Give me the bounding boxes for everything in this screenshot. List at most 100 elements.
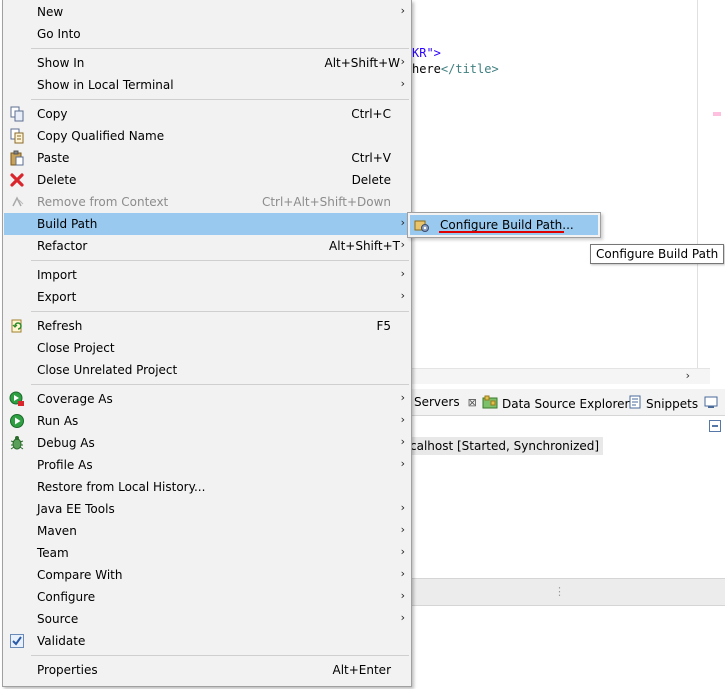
menu-item-java-ee-tools[interactable]: Java EE Tools › bbox=[4, 498, 410, 520]
chevron-right-icon: › bbox=[400, 435, 405, 448]
menu-item-debug-as[interactable]: Debug As › bbox=[4, 432, 410, 454]
menu-item-shortcut: Alt+Shift+W bbox=[324, 56, 401, 70]
chevron-right-icon: › bbox=[400, 4, 405, 17]
checkmark-icon bbox=[9, 633, 25, 649]
tab-label: Servers bbox=[414, 395, 460, 409]
server-entry[interactable]: calhost [Started, Synchronized] bbox=[410, 437, 604, 455]
menu-item-copy-qualified-name[interactable]: Copy Qualified Name bbox=[4, 125, 410, 147]
views-tab-bar: Servers ⊠ Data Source Explorer Snippets bbox=[410, 389, 725, 416]
chevron-right-icon: › bbox=[400, 77, 405, 90]
code-line: KR"> bbox=[412, 46, 441, 60]
menu-item-label: Coverage As bbox=[37, 392, 113, 406]
paste-icon bbox=[9, 150, 25, 166]
menu-item-label: Restore from Local History... bbox=[37, 480, 206, 494]
chevron-right-icon: › bbox=[400, 457, 405, 470]
menu-item-shortcut: Delete bbox=[351, 173, 391, 187]
tab-servers[interactable]: Servers ⊠ bbox=[414, 395, 477, 409]
tab-snippets[interactable]: Snippets bbox=[628, 395, 698, 412]
scroll-right-icon[interactable]: › bbox=[686, 369, 690, 382]
chevron-right-icon: › bbox=[400, 216, 405, 229]
menu-item-show-in[interactable]: Show In Alt+Shift+W › bbox=[4, 52, 410, 74]
menu-item-shortcut: F5 bbox=[376, 319, 391, 333]
menu-separator bbox=[31, 99, 409, 100]
snippets-icon bbox=[628, 395, 642, 412]
delete-icon bbox=[9, 172, 25, 188]
menu-item-import[interactable]: Import › bbox=[4, 264, 410, 286]
vertical-scrollbar[interactable] bbox=[697, 0, 712, 370]
menu-item-label: Export bbox=[37, 290, 77, 304]
build-path-submenu: Configure Build Path... bbox=[407, 212, 601, 238]
menu-item-label: Import bbox=[37, 268, 77, 282]
menu-item-validate[interactable]: Validate bbox=[4, 630, 410, 652]
menu-item-copy[interactable]: Copy Ctrl+C bbox=[4, 103, 410, 125]
lower-panel-bar: ⋮ bbox=[410, 578, 725, 606]
code-tag: </title> bbox=[440, 62, 499, 76]
menu-item-label: Profile As bbox=[37, 458, 93, 472]
menu-item-close-unrelated-project[interactable]: Close Unrelated Project bbox=[4, 359, 410, 381]
menu-item-label: Copy bbox=[37, 107, 68, 121]
menu-item-label: Refresh bbox=[37, 319, 83, 333]
debug-icon bbox=[9, 435, 25, 451]
menu-separator bbox=[31, 48, 409, 49]
chevron-right-icon: › bbox=[400, 545, 405, 558]
menu-item-restore-from-local-history[interactable]: Restore from Local History... bbox=[4, 476, 410, 498]
refresh-icon bbox=[9, 318, 25, 334]
menu-item-go-into[interactable]: Go Into bbox=[4, 23, 410, 45]
code-line: here</title> bbox=[412, 62, 499, 76]
menu-item-close-project[interactable]: Close Project bbox=[4, 337, 410, 359]
copy-icon bbox=[9, 106, 25, 122]
menu-item-label: Properties bbox=[37, 663, 98, 677]
menu-item-team[interactable]: Team › bbox=[4, 542, 410, 564]
menu-item-label: Copy Qualified Name bbox=[37, 129, 165, 143]
close-icon[interactable]: ⊠ bbox=[468, 396, 477, 409]
menu-item-paste[interactable]: Paste Ctrl+V bbox=[4, 147, 410, 169]
chevron-right-icon: › bbox=[400, 55, 405, 68]
menu-item-label: Configure Build Path... bbox=[440, 218, 574, 232]
menu-item-remove-from-context[interactable]: Remove from Context Ctrl+Alt+Shift+Down bbox=[4, 191, 410, 213]
menu-item-run-as[interactable]: Run As › bbox=[4, 410, 410, 432]
code-text: here bbox=[412, 62, 441, 76]
menu-item-shortcut: Alt+Shift+T bbox=[329, 239, 400, 253]
menu-item-shortcut: Ctrl+V bbox=[351, 151, 391, 165]
menu-item-build-path[interactable]: Build Path › bbox=[4, 213, 410, 235]
menu-item-source[interactable]: Source › bbox=[4, 608, 410, 630]
tab-data-source-explorer[interactable]: Data Source Explorer bbox=[482, 395, 629, 412]
chevron-right-icon: › bbox=[400, 238, 405, 251]
menu-item-label: Delete bbox=[37, 173, 77, 187]
chevron-right-icon: › bbox=[400, 523, 405, 536]
menu-item-label: Show In bbox=[37, 56, 85, 70]
menu-item-coverage-as[interactable]: Coverage As › bbox=[4, 388, 410, 410]
menu-item-show-in-local-terminal[interactable]: Show in Local Terminal › bbox=[4, 74, 410, 96]
menu-item-label: Run As bbox=[37, 414, 79, 428]
menu-item-export[interactable]: Export › bbox=[4, 286, 410, 308]
menu-item-shortcut: Ctrl+C bbox=[351, 107, 391, 121]
menu-item-label: Debug As bbox=[37, 436, 95, 450]
copy-qualified-name-icon bbox=[9, 128, 25, 144]
menu-separator bbox=[31, 311, 409, 312]
data-source-explorer-icon bbox=[482, 395, 498, 412]
servers-toolbar bbox=[410, 416, 725, 436]
menu-item-compare-with[interactable]: Compare With › bbox=[4, 564, 410, 586]
configure-build-path-icon bbox=[414, 217, 430, 233]
tab-console[interactable] bbox=[704, 395, 718, 412]
menu-item-refresh[interactable]: Refresh F5 bbox=[4, 315, 410, 337]
menu-item-refactor[interactable]: Refactor Alt+Shift+T › bbox=[4, 235, 410, 257]
menu-item-maven[interactable]: Maven › bbox=[4, 520, 410, 542]
overview-ruler-marker[interactable] bbox=[713, 112, 721, 116]
menu-item-new[interactable]: New › bbox=[4, 1, 410, 23]
menu-item-label: Build Path bbox=[37, 217, 98, 231]
chevron-right-icon: › bbox=[400, 589, 405, 602]
run-icon bbox=[9, 413, 25, 429]
menu-item-label: Validate bbox=[37, 634, 86, 648]
menu-item-label: Compare With bbox=[37, 568, 123, 582]
menu-item-delete[interactable]: Delete Delete bbox=[4, 169, 410, 191]
menu-item-label: Source bbox=[37, 612, 79, 626]
menu-item-profile-as[interactable]: Profile As › bbox=[4, 454, 410, 476]
minimize-icon[interactable] bbox=[709, 420, 721, 432]
sash-handle-icon[interactable]: ⋮ bbox=[554, 585, 565, 598]
menu-separator bbox=[31, 260, 409, 261]
menu-item-properties[interactable]: Properties Alt+Enter bbox=[4, 659, 410, 681]
menu-item-configure[interactable]: Configure › bbox=[4, 586, 410, 608]
menu-item-label: Paste bbox=[37, 151, 70, 165]
horizontal-scrollbar[interactable]: › bbox=[410, 368, 710, 384]
